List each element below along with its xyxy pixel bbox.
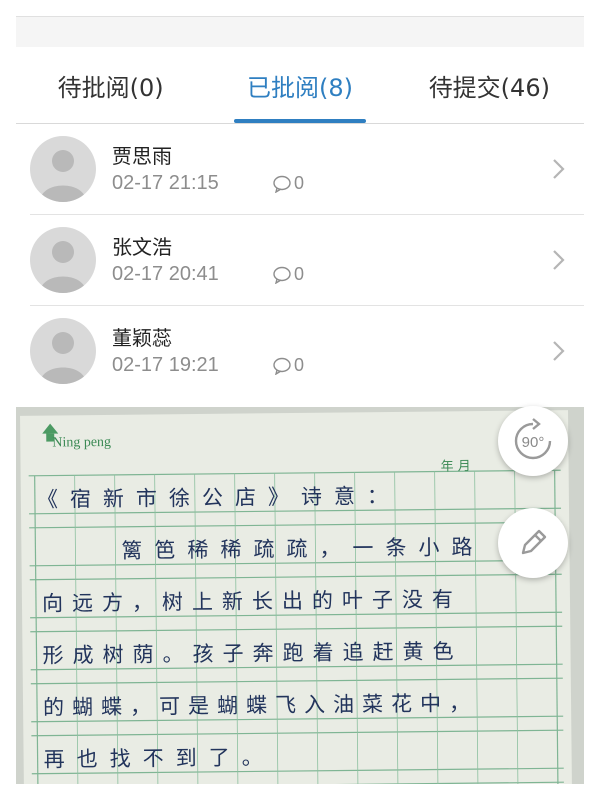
grid-paper: Ning peng 年 月 《宿新市徐公店》诗意： 篱笆稀稀疏疏，一条小路 向远…	[20, 410, 572, 784]
avatar	[30, 227, 96, 293]
student-name: 贾思雨	[112, 144, 172, 168]
student-name: 张文浩	[112, 235, 172, 259]
list-item[interactable]: 张文浩 02-17 20:41 0	[30, 215, 584, 306]
comment-count-value: 0	[294, 264, 305, 284]
handwriting-line: 篱笆稀稀疏疏，一条小路	[121, 535, 485, 563]
paper-date-label: 年 月	[440, 459, 471, 475]
handwriting-line: 的蝴蝶，可是蝴蝶飞入油菜花中，	[42, 691, 479, 720]
list-item[interactable]: 贾思雨 02-17 21:15 0	[30, 124, 584, 215]
annotate-button[interactable]	[498, 508, 568, 578]
chevron-right-icon	[553, 341, 565, 361]
chevron-right-icon	[553, 250, 565, 270]
handwriting-line: 形成树荫。孩子奔跑着追赶黄色	[42, 639, 463, 668]
handwriting-line: 向远方，树上新长出的叶子没有	[41, 587, 463, 616]
rotate-icon: 90°	[514, 418, 552, 460]
chevron-right-icon	[553, 159, 565, 179]
tab-pending-submission[interactable]: 待提交(46)	[395, 47, 584, 123]
comment-count: 0	[272, 173, 304, 194]
top-bar	[16, 16, 584, 48]
comment-icon	[273, 266, 291, 284]
handwriting-line: 再也找不到了。	[43, 745, 275, 772]
tab-pending-review[interactable]: 待批阅(0)	[16, 47, 205, 123]
student-list: 贾思雨 02-17 21:15 0 张文浩 02-17 20:41 0 董颖蕊 …	[16, 124, 584, 396]
avatar	[30, 318, 96, 384]
list-item[interactable]: 董颖蕊 02-17 19:21 0	[30, 306, 584, 396]
comment-count-value: 0	[294, 355, 305, 375]
comment-count: 0	[272, 264, 304, 285]
person-icon	[40, 241, 86, 293]
rotate-label: 90°	[522, 434, 545, 451]
student-name: 董颖蕊	[112, 326, 172, 350]
handwriting-line: 《宿新市徐公店》诗意：	[36, 483, 401, 512]
comment-count: 0	[272, 355, 304, 376]
comment-icon	[273, 175, 291, 193]
review-tabs: 待批阅(0) 已批阅(8) 待提交(46)	[16, 47, 584, 124]
submit-time: 02-17 21:15	[112, 172, 219, 194]
person-icon	[40, 332, 86, 384]
paper-brand: Ning peng	[52, 434, 112, 451]
comment-count-value: 0	[294, 173, 305, 193]
submission-photo[interactable]: Ning peng 年 月 《宿新市徐公店》诗意： 篱笆稀稀疏疏，一条小路 向远…	[16, 407, 584, 784]
comment-icon	[273, 357, 291, 375]
tab-reviewed[interactable]: 已批阅(8)	[205, 47, 394, 123]
submit-time: 02-17 19:21	[112, 354, 219, 376]
rotate-button[interactable]: 90°	[498, 406, 568, 476]
submit-time: 02-17 20:41	[112, 263, 219, 285]
avatar	[30, 136, 96, 202]
pencil-icon	[521, 529, 547, 555]
person-icon	[40, 150, 86, 202]
